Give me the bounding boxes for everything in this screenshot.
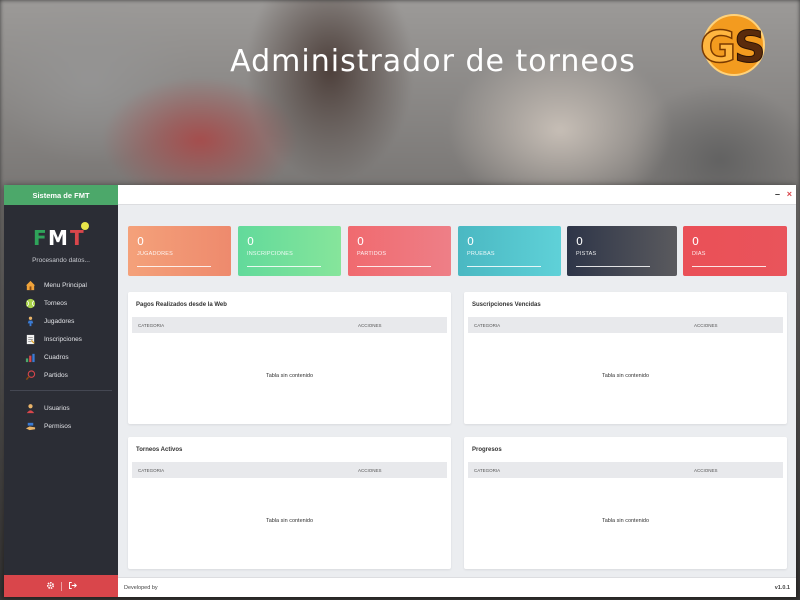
menu-divider xyxy=(10,390,112,391)
empty-table-message: Tabla sin contenido xyxy=(265,373,314,379)
sidebar-item-inscripciones[interactable]: Inscripciones xyxy=(4,330,118,348)
table-header: CATEGORIA ACCIONES xyxy=(132,317,447,333)
panel-title: Torneos Activos xyxy=(136,447,183,453)
column-header-categoria[interactable]: CATEGORIA xyxy=(474,468,500,473)
column-header-acciones[interactable]: ACCIONES xyxy=(694,468,718,473)
stat-value: 0 xyxy=(692,235,699,248)
sidebar-item-partidos[interactable]: Partidos xyxy=(4,366,118,384)
stat-card-inscripciones[interactable]: 0 INSCRIPCIONES xyxy=(238,226,341,276)
minimize-button[interactable]: – xyxy=(775,189,780,199)
svg-text:G: G xyxy=(700,22,736,73)
user-icon xyxy=(24,402,36,414)
table-header: CATEGORIA ACCIONES xyxy=(468,317,783,333)
stat-label: PRUEBAS xyxy=(467,251,495,257)
column-header-categoria[interactable]: CATEGORIA xyxy=(138,323,164,328)
column-header-categoria[interactable]: CATEGORIA xyxy=(474,323,500,328)
sidebar-item-label: Partidos xyxy=(44,371,68,379)
stat-card-pistas[interactable]: 0 PISTAS xyxy=(567,226,677,276)
stat-card-pruebas[interactable]: 0 PRUEBAS xyxy=(458,226,561,276)
sidebar-item-label: Inscripciones xyxy=(44,335,82,343)
window-titlebar: – × xyxy=(118,185,796,205)
table-header: CATEGORIA ACCIONES xyxy=(132,462,447,478)
sidebar-item-label: Jugadores xyxy=(44,317,75,325)
panel-torneos-activos: Torneos Activos CATEGORIA ACCIONES Tabla… xyxy=(128,437,451,569)
stat-underline xyxy=(692,266,766,267)
stat-value: 0 xyxy=(247,235,254,248)
sidebar-menu: Menu Principal Torneos Jugadores Inscrip… xyxy=(4,276,118,435)
settings-icon[interactable] xyxy=(46,577,55,595)
column-header-acciones[interactable]: ACCIONES xyxy=(694,323,718,328)
stat-underline xyxy=(576,266,650,267)
stat-underline xyxy=(467,266,541,267)
sidebar-item-label: Menu Principal xyxy=(44,281,87,289)
svg-text:M: M xyxy=(48,226,68,250)
svg-text:T: T xyxy=(70,226,84,250)
empty-table-message: Tabla sin contenido xyxy=(601,518,650,524)
sidebar-item-permisos[interactable]: Permisos xyxy=(4,417,118,435)
svg-text:F: F xyxy=(33,226,47,250)
stat-card-jugadores[interactable]: 0 JUGADORES xyxy=(128,226,231,276)
stat-label: JUGADORES xyxy=(137,251,174,257)
tennis-ball-icon xyxy=(24,297,36,309)
sidebar: Sistema de FMT F M T Procesando datos...… xyxy=(4,185,118,597)
stat-card-dias[interactable]: 0 DIAS xyxy=(683,226,787,276)
empty-table-message: Tabla sin contenido xyxy=(265,518,314,524)
sidebar-item-usuarios[interactable]: Usuarios xyxy=(4,399,118,417)
player-icon xyxy=(24,315,36,327)
stat-value: 0 xyxy=(576,235,583,248)
panel-pagos-web: Pagos Realizados desde la Web CATEGORIA … xyxy=(128,292,451,424)
table-header: CATEGORIA ACCIONES xyxy=(468,462,783,478)
panel-suscripciones-vencidas: Suscripciones Vencidas CATEGORIA ACCIONE… xyxy=(464,292,787,424)
permissions-icon xyxy=(24,420,36,432)
stat-card-partidos[interactable]: 0 PARTIDOS xyxy=(348,226,451,276)
stat-underline xyxy=(137,266,211,267)
stat-label: PISTAS xyxy=(576,251,597,257)
app-window: Sistema de FMT F M T Procesando datos...… xyxy=(4,185,796,597)
footer-separator xyxy=(60,581,62,591)
sidebar-item-jugadores[interactable]: Jugadores xyxy=(4,312,118,330)
document-icon xyxy=(24,333,36,345)
racket-icon xyxy=(24,369,36,381)
panel-title: Suscripciones Vencidas xyxy=(472,302,541,308)
chart-icon xyxy=(24,351,36,363)
sidebar-item-menu-principal[interactable]: Menu Principal xyxy=(4,276,118,294)
column-header-acciones[interactable]: ACCIONES xyxy=(358,323,382,328)
sidebar-item-torneos[interactable]: Torneos xyxy=(4,294,118,312)
column-header-acciones[interactable]: ACCIONES xyxy=(358,468,382,473)
panel-title: Progresos xyxy=(472,447,502,453)
panel-title: Pagos Realizados desde la Web xyxy=(136,302,227,308)
empty-table-message: Tabla sin contenido xyxy=(601,373,650,379)
sidebar-footer xyxy=(4,575,118,597)
stat-label: INSCRIPCIONES xyxy=(247,251,293,257)
close-button[interactable]: × xyxy=(787,189,792,199)
stat-value: 0 xyxy=(137,235,144,248)
dashboard-content: 0 JUGADORES 0 INSCRIPCIONES 0 PARTIDOS 0… xyxy=(118,205,796,577)
fmt-logo: F M T xyxy=(33,222,89,250)
version-label: v1.0.1 xyxy=(774,585,790,591)
developed-by-text: Developed by xyxy=(124,585,158,591)
home-icon xyxy=(24,279,36,291)
sidebar-item-cuadros[interactable]: Cuadros xyxy=(4,348,118,366)
sidebar-header: Sistema de FMT xyxy=(4,185,118,205)
status-footer: Developed by v1.0.1 xyxy=(118,577,796,597)
panel-progresos: Progresos CATEGORIA ACCIONES Tabla sin c… xyxy=(464,437,787,569)
stat-underline xyxy=(357,266,431,267)
sidebar-item-label: Cuadros xyxy=(44,353,69,361)
stat-label: DIAS xyxy=(692,251,706,257)
sidebar-item-label: Torneos xyxy=(44,299,68,307)
hero-title: Administrador de torneos xyxy=(230,44,636,79)
stat-label: PARTIDOS xyxy=(357,251,387,257)
gs-logo: G S xyxy=(699,14,766,76)
stat-value: 0 xyxy=(357,235,364,248)
logout-icon[interactable] xyxy=(68,577,77,595)
stat-value: 0 xyxy=(467,235,474,248)
sidebar-item-label: Permisos xyxy=(44,422,72,430)
stat-underline xyxy=(247,266,321,267)
processing-status: Procesando datos... xyxy=(32,257,90,264)
column-header-categoria[interactable]: CATEGORIA xyxy=(138,468,164,473)
svg-text:S: S xyxy=(734,22,766,73)
sidebar-item-label: Usuarios xyxy=(44,404,70,412)
